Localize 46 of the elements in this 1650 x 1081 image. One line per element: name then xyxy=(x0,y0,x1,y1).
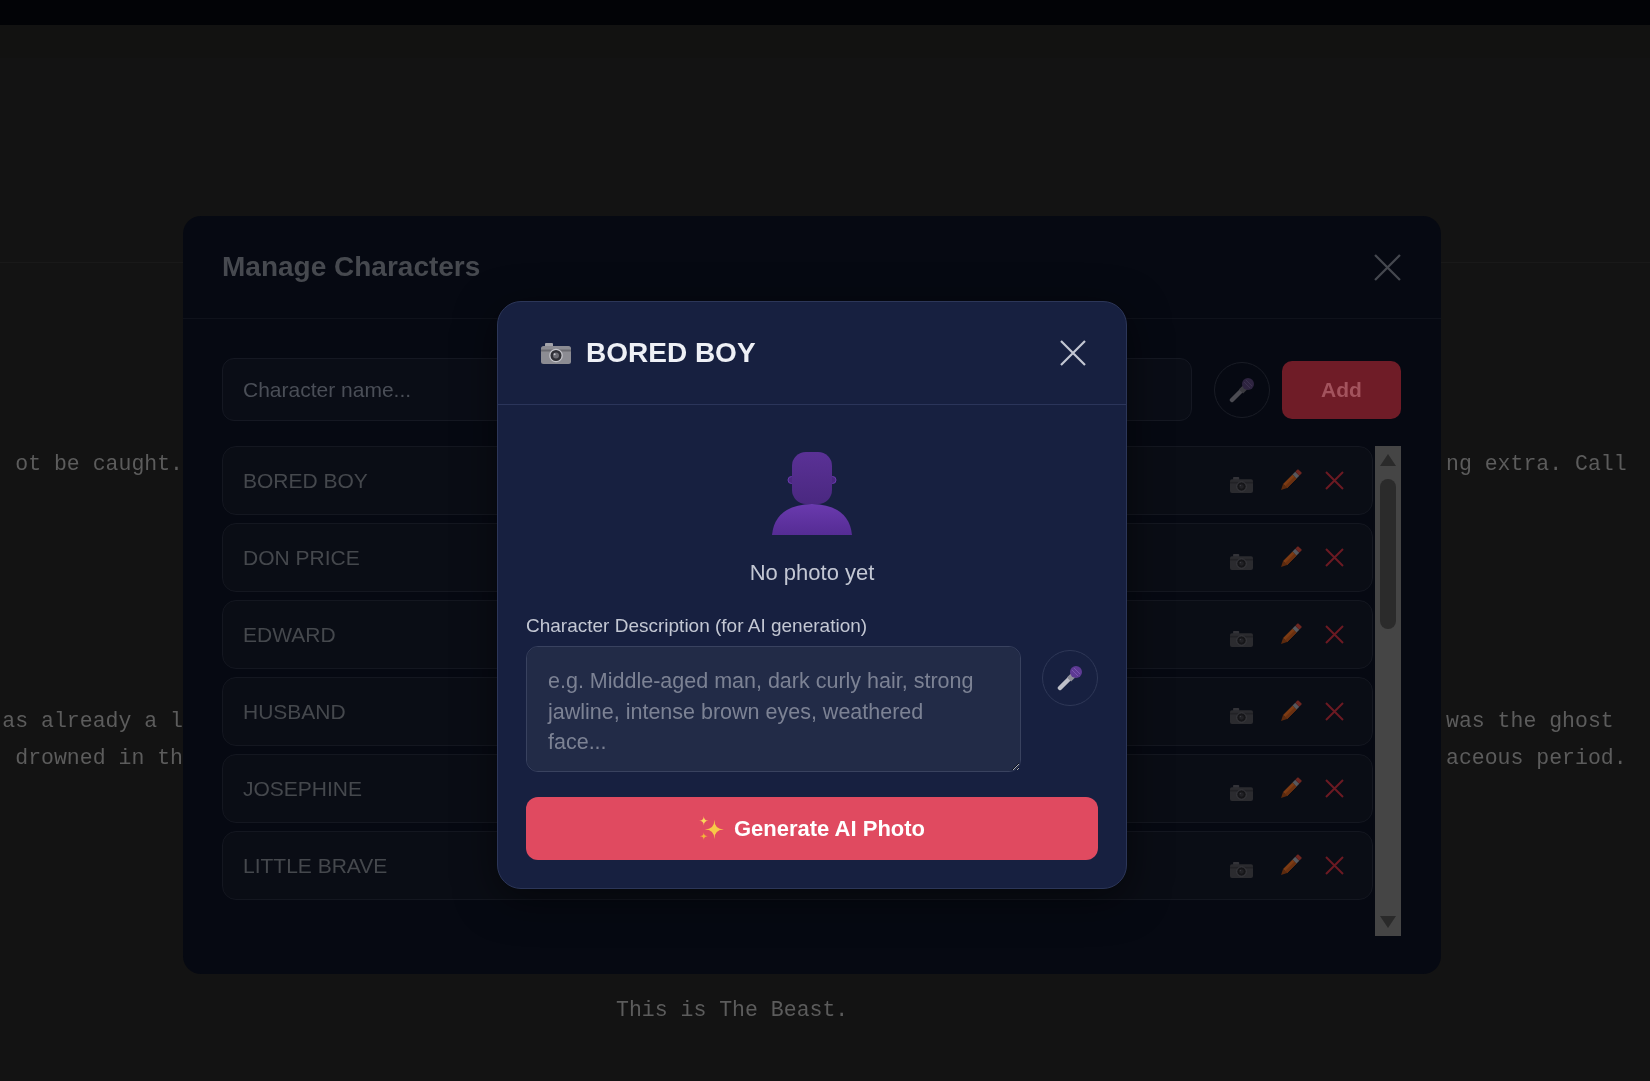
pencil-icon[interactable] xyxy=(1279,623,1302,646)
dialog-title: BORED BOY xyxy=(586,337,757,369)
character-name: DON PRICE xyxy=(243,545,360,570)
scroll-down-arrow-icon[interactable] xyxy=(1380,916,1396,928)
script-text: This is The Beast. xyxy=(616,998,849,1022)
script-text: was the ghost xyxy=(1446,708,1614,735)
script-text: ng extra. Call xyxy=(1446,451,1627,478)
cross-icon[interactable] xyxy=(1325,856,1344,875)
pencil-icon[interactable] xyxy=(1279,700,1302,723)
camera-icon[interactable] xyxy=(1230,861,1253,878)
cross-icon[interactable] xyxy=(1325,548,1344,567)
cross-icon[interactable] xyxy=(1325,625,1344,644)
character-name: HUSBAND xyxy=(243,699,346,724)
cross-icon[interactable] xyxy=(1325,779,1344,798)
microphone-icon xyxy=(1057,665,1083,691)
dialog-title: Manage Characters xyxy=(222,251,481,283)
person-silhouette-icon xyxy=(772,452,852,535)
pencil-icon[interactable] xyxy=(1279,546,1302,569)
camera-icon[interactable] xyxy=(1230,707,1253,724)
description-field[interactable]: e.g. Middle-aged man, dark curly hair, strong jawline, intense brown eyes, weathered face... xyxy=(526,646,1021,772)
character-name: EDWARD xyxy=(243,622,336,647)
camera-icon[interactable] xyxy=(1230,784,1253,801)
script-text: drowned in th xyxy=(15,745,183,772)
photo-status-text: No photo yet xyxy=(749,560,875,586)
microphone-icon xyxy=(1229,376,1255,403)
camera-icon[interactable] xyxy=(1230,630,1253,647)
pencil-icon[interactable] xyxy=(1279,854,1302,877)
generate-button[interactable]: Generate AI Photo xyxy=(526,797,1098,860)
character-name: LITTLE BRAVE xyxy=(243,853,388,878)
microphone-button[interactable] xyxy=(1042,650,1098,706)
character-name: BORED BOY xyxy=(243,468,368,493)
pencil-icon[interactable] xyxy=(1279,777,1302,800)
sparkle-icon xyxy=(698,816,724,841)
script-text: as already a l xyxy=(2,708,183,735)
cross-icon[interactable] xyxy=(1325,702,1344,721)
field-label: Character Description (for AI generation) xyxy=(526,614,868,638)
character-name: JOSEPHINE xyxy=(243,776,363,801)
camera-icon[interactable] xyxy=(1230,553,1253,570)
script-text: ot be caught. xyxy=(15,451,183,478)
camera-icon[interactable] xyxy=(1230,476,1253,493)
cross-icon[interactable] xyxy=(1325,471,1344,490)
pencil-icon[interactable] xyxy=(1279,469,1302,492)
camera-icon xyxy=(541,342,571,364)
script-text: aceous period. xyxy=(1446,745,1627,772)
scrollbar-thumb[interactable] xyxy=(1380,479,1396,629)
scroll-up-arrow-icon[interactable] xyxy=(1380,454,1396,466)
